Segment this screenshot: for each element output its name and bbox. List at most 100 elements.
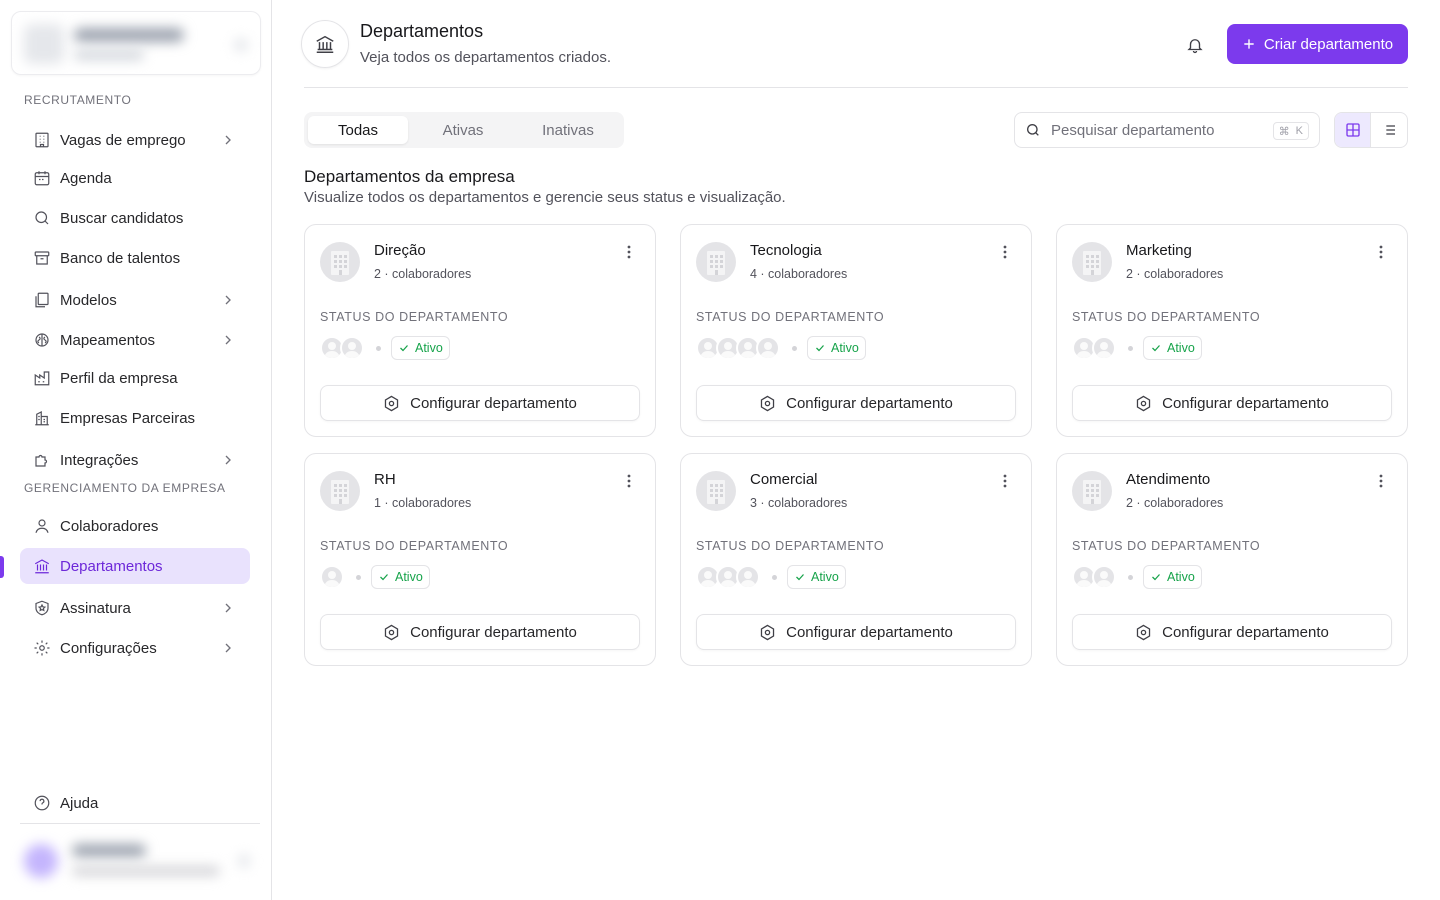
department-name: Tecnologia	[750, 242, 822, 259]
more-vertical-icon[interactable]	[621, 244, 637, 260]
member-avatars	[320, 336, 364, 360]
organization-switcher[interactable]	[11, 11, 261, 75]
more-vertical-icon[interactable]	[1373, 473, 1389, 489]
page-subtitle: Veja todos os departamentos criados.	[360, 49, 611, 66]
notifications-bell-icon[interactable]	[1183, 33, 1207, 57]
department-card: Comercial 3 · colaboradores STATUS DO DE…	[680, 453, 1032, 666]
member-avatar	[756, 336, 780, 360]
department-card: Atendimento 2 · colaboradores STATUS DO …	[1056, 453, 1408, 666]
settings-hexagon-icon	[384, 624, 399, 640]
sidebar-item-label: Banco de talentos	[60, 249, 181, 267]
search-input[interactable]	[1051, 121, 1261, 139]
sidebar-item-job-openings[interactable]: Vagas de emprego	[20, 122, 250, 158]
status-label: STATUS DO DEPARTAMENTO	[696, 310, 885, 324]
status-row: Ativo	[320, 565, 430, 589]
department-building-icon	[320, 471, 360, 511]
sidebar-item-subscription[interactable]: Assinatura	[20, 590, 250, 626]
department-building-icon	[696, 471, 736, 511]
sidebar: RECRUTAMENTO Vagas de emprego Agenda Bus…	[0, 0, 272, 900]
status-badge-text: Ativo	[395, 570, 423, 584]
configure-department-button[interactable]: Configurar departamento	[696, 614, 1016, 650]
organization-name-blurred	[74, 28, 184, 42]
sidebar-item-search-candidates[interactable]: Buscar candidatos	[20, 200, 250, 236]
department-member-count: 1 · colaboradores	[374, 496, 472, 510]
search-box: ⌘ K	[1014, 112, 1320, 148]
sidebar-item-label: Modelos	[60, 291, 117, 309]
list-view-button[interactable]	[1371, 113, 1407, 147]
department-member-count: 4 · colaboradores	[750, 267, 848, 281]
separator-dot	[376, 345, 381, 351]
sidebar-item-label: Perfil da empresa	[60, 369, 178, 387]
separator-dot	[792, 345, 797, 351]
tab-all[interactable]: Todas	[308, 116, 408, 144]
sidebar-item-help[interactable]: Ajuda	[20, 785, 250, 821]
department-member-count: 2 · colaboradores	[374, 267, 472, 281]
sidebar-item-partner-companies[interactable]: Empresas Parceiras	[20, 400, 250, 436]
member-avatars	[320, 565, 344, 589]
configure-department-button[interactable]: Configurar departamento	[320, 385, 640, 421]
configure-department-label: Configurar departamento	[1162, 394, 1329, 412]
copy-icon	[32, 290, 52, 310]
status-row: Ativo	[1072, 336, 1202, 360]
sidebar-item-label: Ajuda	[60, 794, 99, 812]
tab-active[interactable]: Ativas	[408, 116, 518, 144]
settings-hexagon-icon	[760, 395, 775, 411]
view-toggle	[1334, 112, 1408, 148]
status-label: STATUS DO DEPARTAMENTO	[320, 539, 509, 553]
sidebar-item-talent-pool[interactable]: Banco de talentos	[20, 240, 250, 276]
more-vertical-icon[interactable]	[1373, 244, 1389, 260]
tab-inactive[interactable]: Inativas	[518, 116, 618, 144]
settings-hexagon-icon	[384, 395, 399, 411]
sidebar-item-agenda[interactable]: Agenda	[20, 160, 250, 196]
configure-department-button[interactable]: Configurar departamento	[320, 614, 640, 650]
status-row: Ativo	[1072, 565, 1202, 589]
more-vertical-icon[interactable]	[997, 244, 1013, 260]
archive-icon	[32, 248, 52, 268]
keyboard-shortcut-hint: ⌘ K	[1272, 122, 1309, 140]
puzzle-icon	[32, 450, 52, 470]
sidebar-item-settings[interactable]: Configurações	[20, 630, 250, 666]
sidebar-item-label: Departamentos	[60, 557, 163, 575]
check-icon	[816, 345, 824, 352]
more-vertical-icon[interactable]	[997, 473, 1013, 489]
status-badge: Ativo	[1143, 565, 1202, 589]
section-label-company-management: GERENCIAMENTO DA EMPRESA	[24, 481, 226, 495]
more-vertical-icon[interactable]	[621, 473, 637, 489]
chevron-right-icon	[225, 335, 231, 345]
sidebar-item-label: Colaboradores	[60, 517, 159, 535]
sidebar-item-templates[interactable]: Modelos	[20, 282, 250, 318]
status-label: STATUS DO DEPARTAMENTO	[320, 310, 509, 324]
check-icon	[400, 345, 408, 352]
configure-department-label: Configurar departamento	[410, 623, 577, 641]
configure-department-button[interactable]: Configurar departamento	[1072, 385, 1392, 421]
chevron-right-icon	[225, 603, 231, 613]
configure-department-button[interactable]: Configurar departamento	[1072, 614, 1392, 650]
sidebar-item-label: Assinatura	[60, 599, 131, 617]
sidebar-item-departments[interactable]: Departamentos	[20, 548, 250, 584]
chevron-right-icon	[225, 455, 231, 465]
sidebar-item-company-profile[interactable]: Perfil da empresa	[20, 360, 250, 396]
grid-view-button[interactable]	[1335, 113, 1371, 147]
shield-icon	[32, 598, 52, 618]
settings-hexagon-icon	[1136, 624, 1151, 640]
page-title: Departamentos	[360, 21, 484, 41]
create-department-button[interactable]: Criar departamento	[1227, 24, 1408, 64]
member-avatars	[696, 565, 760, 589]
chevron-right-icon	[225, 295, 231, 305]
chevron-right-icon	[225, 643, 231, 653]
status-badge-text: Ativo	[1167, 570, 1195, 584]
sidebar-item-label: Configurações	[60, 639, 157, 657]
sidebar-item-mappings[interactable]: Mapeamentos	[20, 322, 250, 358]
help-circle-icon	[32, 793, 52, 813]
user-menu[interactable]	[20, 834, 260, 890]
organization-logo	[24, 24, 64, 64]
sidebar-item-label: Mapeamentos	[60, 331, 156, 349]
sidebar-item-employees[interactable]: Colaboradores	[20, 508, 250, 544]
configure-department-button[interactable]: Configurar departamento	[696, 385, 1016, 421]
sidebar-item-integrations[interactable]: Integrações	[20, 442, 250, 478]
check-icon	[1152, 574, 1160, 581]
create-department-label: Criar departamento	[1263, 35, 1394, 53]
status-tabs: Todas Ativas Inativas	[304, 112, 624, 148]
check-icon	[380, 574, 388, 581]
department-building-icon	[320, 242, 360, 282]
